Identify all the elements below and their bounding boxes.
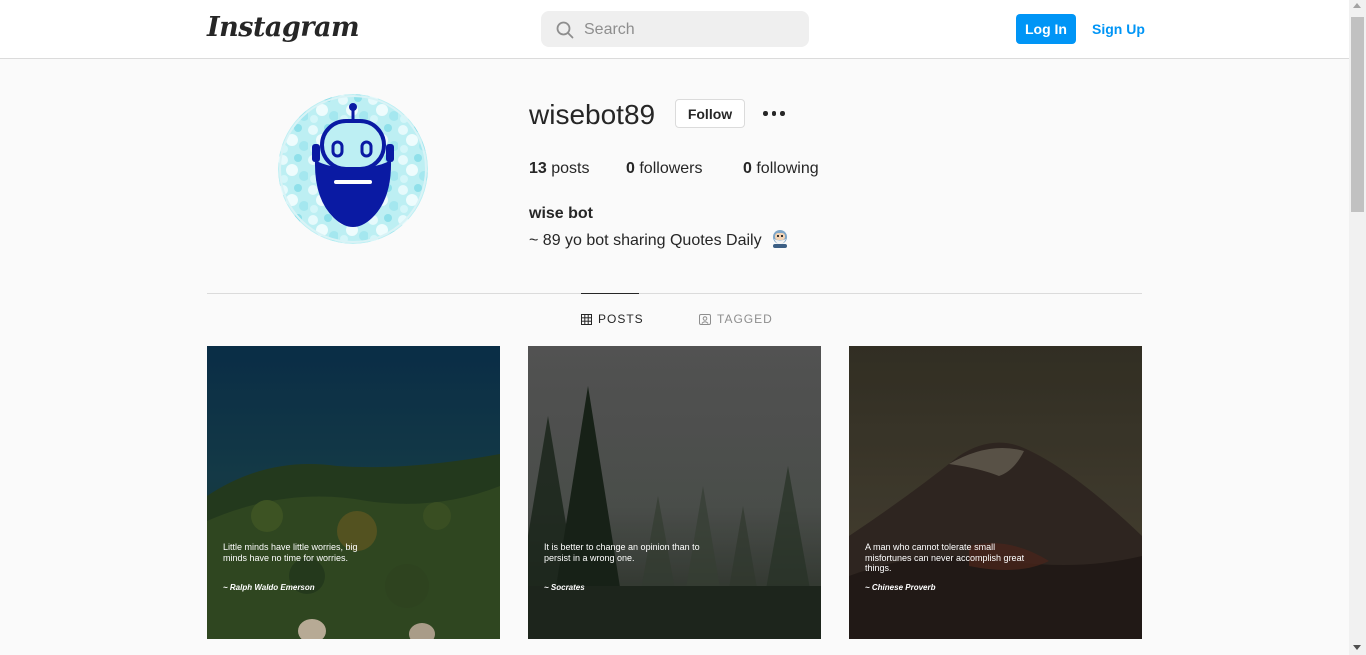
posts-count-stat: 13 posts [529, 160, 590, 178]
follow-button[interactable]: Follow [675, 99, 745, 128]
tab-posts[interactable]: POSTS [581, 312, 644, 326]
mountain-photo [849, 346, 1142, 639]
profile-full-name: wise bot [529, 205, 594, 222]
log-in-button[interactable]: Log In [1016, 14, 1076, 44]
post-quote-author: ~ Socrates [544, 583, 585, 592]
search-icon [556, 21, 574, 39]
instagram-logo[interactable]: Instagram [207, 12, 360, 43]
top-navigation-bar: Instagram Log In Sign Up [0, 0, 1349, 59]
active-tab-indicator [581, 293, 639, 294]
posts-count: 13 [529, 160, 547, 177]
scrollbar-thumb[interactable] [1351, 17, 1364, 212]
following-stat[interactable]: 0 following [743, 160, 819, 178]
forest-lake-photo [207, 346, 500, 639]
profile-bio-text: ~ 89 yo bot sharing Quotes Daily [529, 232, 762, 249]
profile-bio: ~ 89 yo bot sharing Quotes Daily [529, 228, 790, 250]
bearded-person-emoji-icon [773, 230, 788, 248]
tab-posts-label: POSTS [598, 312, 644, 326]
foggy-forest-photo [528, 346, 821, 639]
tab-tagged[interactable]: TAGGED [699, 312, 773, 326]
following-count: 0 [743, 160, 752, 177]
tagged-user-icon [699, 313, 711, 325]
tab-tagged-label: TAGGED [717, 312, 773, 326]
post-quote: A man who cannot tolerate small misfortu… [865, 542, 1025, 573]
followers-count: 0 [626, 160, 635, 177]
followers-label: followers [639, 160, 703, 177]
following-label: following [756, 160, 819, 177]
post-quote-author: ~ Ralph Waldo Emerson [223, 583, 315, 592]
grid-icon [581, 313, 592, 325]
search-box[interactable] [541, 11, 809, 47]
post-thumbnail[interactable]: Little minds have little worries, big mi… [207, 346, 500, 639]
posts-count-label: posts [551, 160, 590, 177]
vertical-scrollbar[interactable] [1349, 0, 1366, 655]
search-input[interactable] [584, 20, 794, 40]
followers-stat[interactable]: 0 followers [626, 160, 703, 178]
post-quote: Little minds have little worries, big mi… [223, 542, 358, 563]
scroll-up-arrow-icon[interactable] [1353, 3, 1361, 8]
profile-username: wisebot89 [529, 99, 656, 130]
post-quote: It is better to change an opinion than t… [544, 542, 700, 563]
post-quote-author: ~ Chinese Proverb [865, 583, 936, 592]
post-thumbnail[interactable]: It is better to change an opinion than t… [528, 346, 821, 639]
profile-tabs-divider [207, 293, 1142, 294]
more-options-icon[interactable] [760, 103, 788, 123]
sign-up-link[interactable]: Sign Up [1092, 21, 1145, 37]
post-thumbnail[interactable]: A man who cannot tolerate small misfortu… [849, 346, 1142, 639]
scroll-down-arrow-icon[interactable] [1353, 645, 1361, 650]
profile-avatar [278, 94, 428, 244]
